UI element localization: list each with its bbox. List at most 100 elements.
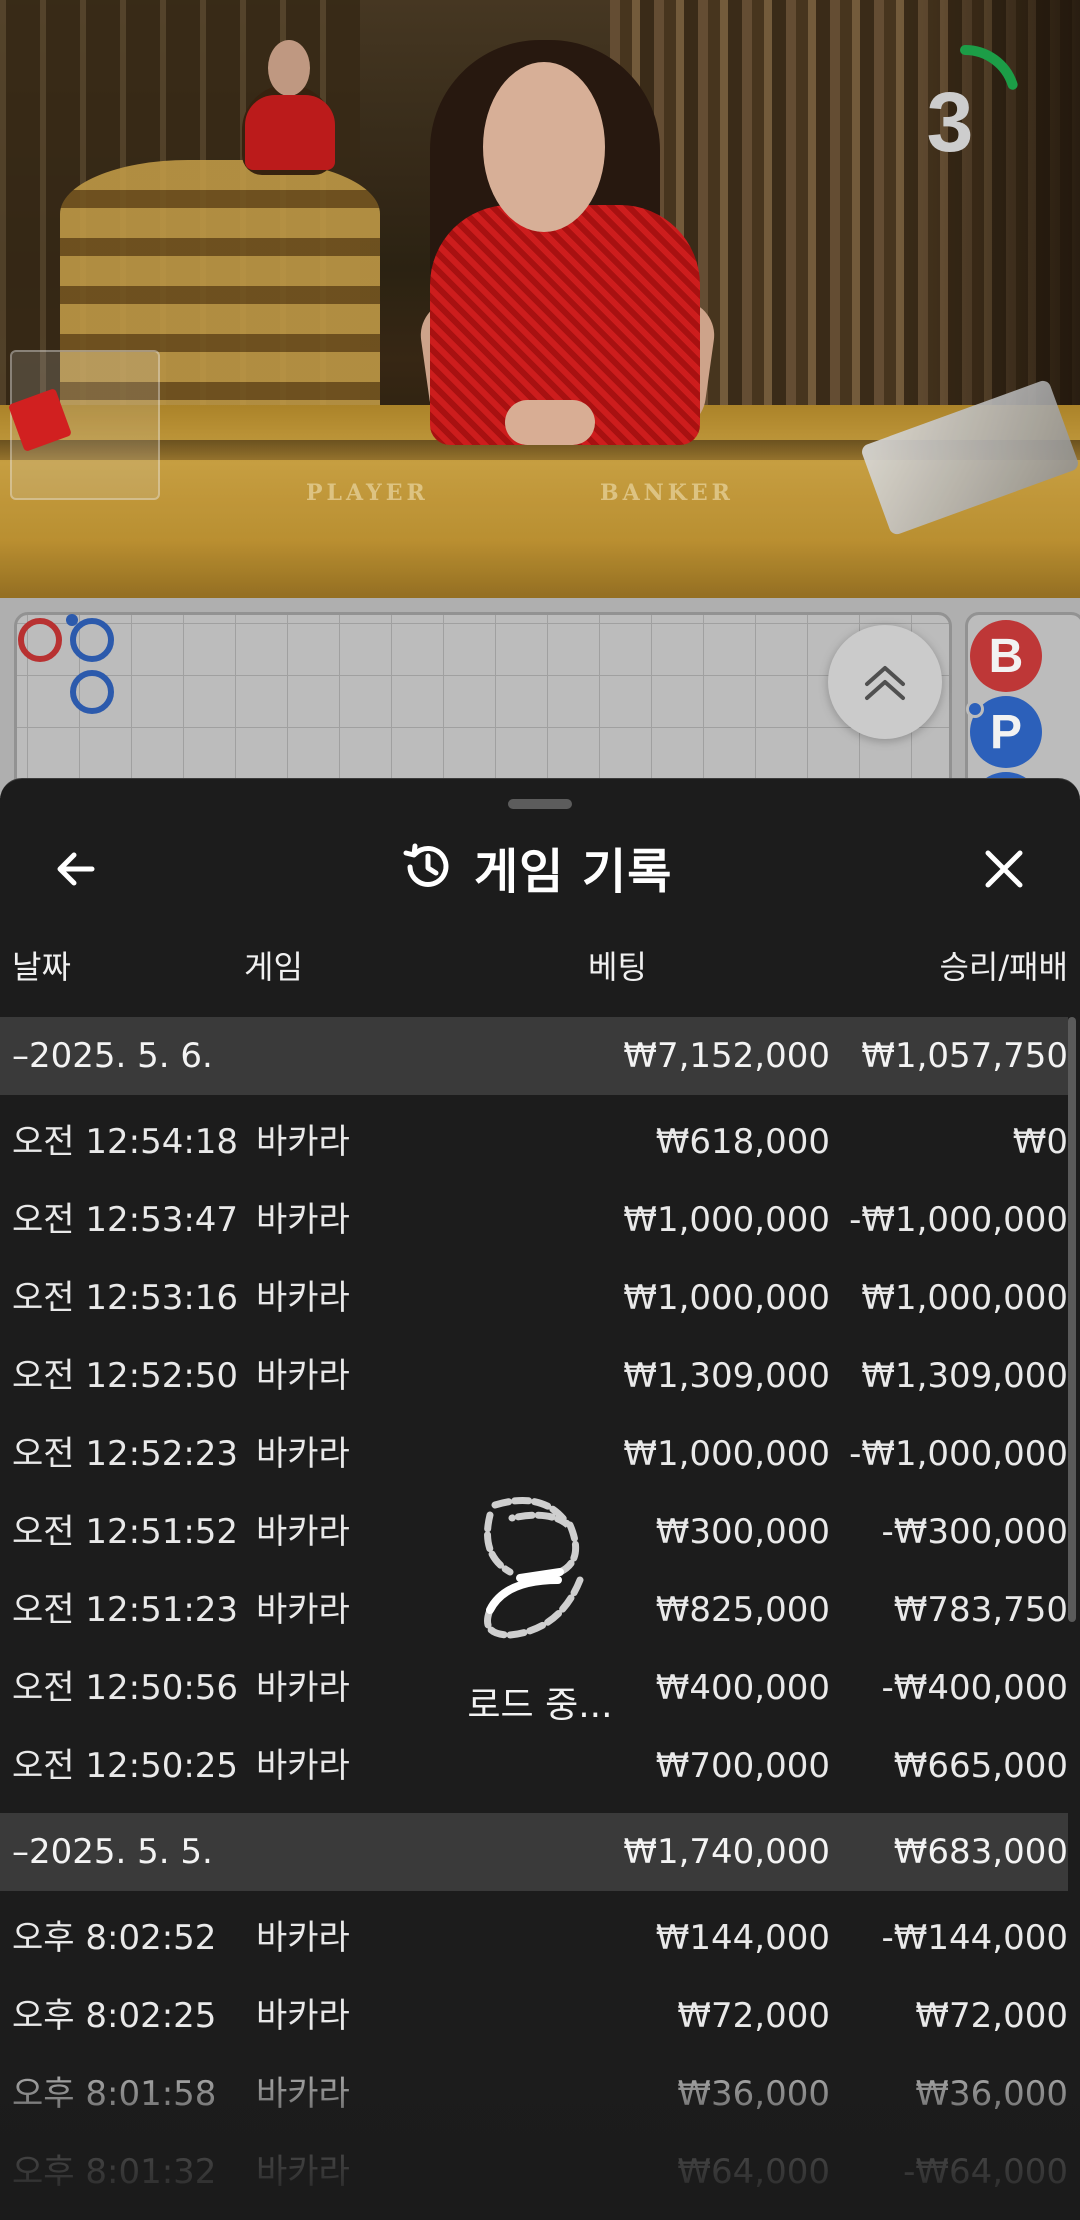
pair-dot bbox=[66, 614, 78, 626]
row-bet: ₩1,000,000 bbox=[623, 1434, 830, 1474]
row-win-loss: ₩72,000 bbox=[915, 1996, 1068, 2036]
row-win-loss: ₩665,000 bbox=[893, 1746, 1068, 1786]
player-ring-marker bbox=[70, 670, 114, 714]
group-bet-total: ₩7,152,000 bbox=[623, 1036, 830, 1076]
row-time: 오전 12:50:56 bbox=[12, 1668, 239, 1708]
row-win-loss: ₩0 bbox=[1012, 1122, 1068, 1162]
table-label-player: PLAYER bbox=[306, 480, 429, 506]
row-game: 바카라 bbox=[256, 1512, 350, 1552]
column-header-date: 날짜 bbox=[12, 948, 71, 986]
row-time: 오후 8:02:52 bbox=[12, 1918, 217, 1958]
banker-predict-chip[interactable]: B bbox=[970, 620, 1042, 692]
row-bet: ₩1,000,000 bbox=[623, 1278, 830, 1318]
loading-spinner-icon bbox=[484, 1497, 584, 1639]
table-label-banker: BANKER bbox=[600, 480, 734, 506]
row-win-loss: ₩36,000 bbox=[915, 2074, 1068, 2114]
row-win-loss: -₩300,000 bbox=[881, 1512, 1069, 1552]
countdown-timer-value: 3 bbox=[926, 75, 974, 169]
row-game: 바카라 bbox=[256, 1918, 350, 1958]
background-dealer-body bbox=[245, 95, 335, 170]
loading-indicator bbox=[450, 1480, 630, 1664]
group-win-loss-total: ₩683,000 bbox=[893, 1832, 1068, 1872]
group-bet-total: ₩1,740,000 bbox=[623, 1832, 830, 1872]
row-time: 오전 12:52:23 bbox=[12, 1434, 239, 1474]
row-game: 바카라 bbox=[256, 1746, 350, 1786]
row-bet: ₩400,000 bbox=[655, 1668, 830, 1708]
history-icon bbox=[403, 843, 449, 887]
banker-ring-marker bbox=[18, 618, 62, 662]
row-game: 바카라 bbox=[256, 1356, 350, 1396]
dealer-head bbox=[483, 62, 605, 232]
row-game: 바카라 bbox=[256, 1122, 350, 1162]
history-row[interactable]: 오전 12:53:16 바카라 ₩1,000,000 ₩1,000,000 bbox=[0, 1259, 1068, 1337]
background-dealer-head bbox=[268, 40, 310, 96]
row-game: 바카라 bbox=[256, 1590, 350, 1630]
sheet-title-text: 게임 기록 bbox=[474, 844, 673, 900]
loading-label: 로드 중... bbox=[467, 1685, 613, 1726]
row-bet: ₩36,000 bbox=[677, 2074, 830, 2114]
live-video-feed: PLAYER BANKER 3 bbox=[0, 0, 1080, 598]
sheet-drag-handle[interactable] bbox=[508, 799, 572, 809]
sheet-title: 게임 기록 bbox=[400, 831, 672, 903]
row-game: 바카라 bbox=[256, 1668, 350, 1708]
row-bet: ₩825,000 bbox=[655, 1590, 830, 1630]
row-time: 오전 12:54:18 bbox=[12, 1122, 239, 1162]
player-ring-marker bbox=[70, 618, 114, 662]
row-bet: ₩300,000 bbox=[655, 1512, 830, 1552]
pair-dot bbox=[966, 700, 984, 718]
history-row[interactable]: 오후 8:01:58 바카라 ₩36,000 ₩36,000 bbox=[0, 2055, 1068, 2133]
close-button[interactable] bbox=[974, 839, 1034, 899]
history-row[interactable]: 오전 12:52:50 바카라 ₩1,309,000 ₩1,309,000 bbox=[0, 1337, 1068, 1415]
list-scrollbar-thumb[interactable] bbox=[1068, 1017, 1076, 1622]
row-time: 오전 12:53:16 bbox=[12, 1278, 239, 1318]
date-group-header[interactable]: –2025. 5. 5. ₩1,740,000 ₩683,000 bbox=[0, 1813, 1068, 1891]
row-game: 바카라 bbox=[256, 2152, 350, 2192]
row-time: 오전 12:50:25 bbox=[12, 1746, 239, 1786]
history-row[interactable]: 오전 12:53:47 바카라 ₩1,000,000 -₩1,000,000 bbox=[0, 1181, 1068, 1259]
date-group-header[interactable]: –2025. 5. 6. ₩7,152,000 ₩1,057,750 bbox=[0, 1017, 1068, 1095]
row-time: 오후 8:01:32 bbox=[12, 2152, 217, 2192]
history-row[interactable]: 오후 8:02:52 바카라 ₩144,000 -₩144,000 bbox=[0, 1899, 1068, 1977]
column-header-bet: 베팅 bbox=[588, 948, 647, 986]
history-row[interactable]: 오후 8:01:32 바카라 ₩64,000 -₩64,000 bbox=[0, 2133, 1068, 2211]
row-game: 바카라 bbox=[256, 1434, 350, 1474]
row-game: 바카라 bbox=[256, 1200, 350, 1240]
row-bet: ₩1,000,000 bbox=[623, 1200, 830, 1240]
row-game: 바카라 bbox=[256, 1278, 350, 1318]
row-win-loss: -₩1,000,000 bbox=[849, 1434, 1068, 1474]
chevron-double-up-icon bbox=[865, 666, 905, 700]
row-win-loss: ₩1,309,000 bbox=[861, 1356, 1068, 1396]
row-bet: ₩144,000 bbox=[655, 1918, 830, 1958]
dealer-hands bbox=[505, 400, 595, 445]
row-win-loss: -₩144,000 bbox=[881, 1918, 1069, 1958]
column-header-win-loss: 승리/패배 bbox=[939, 948, 1068, 986]
row-time: 오후 8:02:25 bbox=[12, 1996, 217, 2036]
row-win-loss: ₩1,000,000 bbox=[861, 1278, 1068, 1318]
back-button[interactable] bbox=[46, 839, 106, 899]
history-row[interactable]: 오전 12:50:25 바카라 ₩700,000 ₩665,000 bbox=[0, 1727, 1068, 1805]
close-icon bbox=[985, 850, 1023, 888]
expand-roadmap-button[interactable] bbox=[828, 625, 942, 739]
row-bet: ₩64,000 bbox=[677, 2152, 830, 2192]
row-time: 오전 12:51:23 bbox=[12, 1590, 239, 1630]
row-bet: ₩72,000 bbox=[677, 1996, 830, 2036]
row-time: 오후 8:01:58 bbox=[12, 2074, 217, 2114]
row-win-loss: -₩400,000 bbox=[881, 1668, 1069, 1708]
row-game: 바카라 bbox=[256, 1996, 350, 2036]
group-date: –2025. 5. 5. bbox=[12, 1832, 213, 1872]
row-time: 오전 12:51:52 bbox=[12, 1512, 239, 1552]
row-bet: ₩1,309,000 bbox=[623, 1356, 830, 1396]
column-header-game: 게임 bbox=[244, 948, 303, 986]
row-win-loss: -₩1,000,000 bbox=[849, 1200, 1068, 1240]
row-win-loss: ₩783,750 bbox=[893, 1590, 1068, 1630]
row-bet: ₩618,000 bbox=[655, 1122, 830, 1162]
row-win-loss: -₩64,000 bbox=[903, 2152, 1068, 2192]
row-game: 바카라 bbox=[256, 2074, 350, 2114]
history-row[interactable]: 오전 12:54:18 바카라 ₩618,000 ₩0 bbox=[0, 1103, 1068, 1181]
row-bet: ₩700,000 bbox=[655, 1746, 830, 1786]
row-time: 오전 12:52:50 bbox=[12, 1356, 239, 1396]
group-win-loss-total: ₩1,057,750 bbox=[861, 1036, 1068, 1076]
row-time: 오전 12:53:47 bbox=[12, 1200, 239, 1240]
group-date: –2025. 5. 6. bbox=[12, 1036, 213, 1076]
history-row[interactable]: 오후 8:02:25 바카라 ₩72,000 ₩72,000 bbox=[0, 1977, 1068, 2055]
